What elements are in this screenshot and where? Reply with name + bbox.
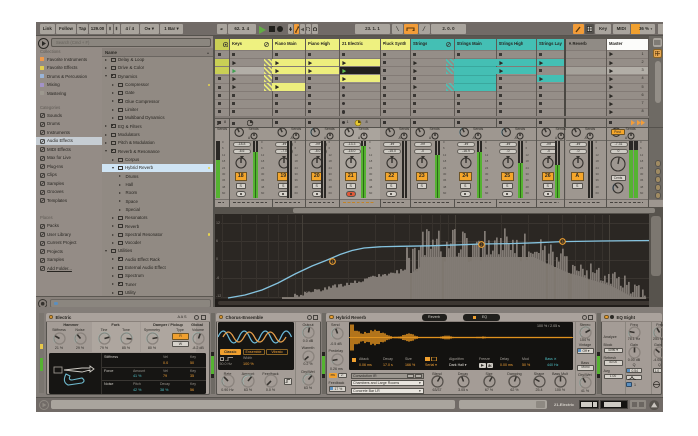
svg-text:3: 3 <box>561 240 563 244</box>
svg-text:1: 1 <box>331 260 333 264</box>
svg-text:2: 2 <box>480 243 482 247</box>
